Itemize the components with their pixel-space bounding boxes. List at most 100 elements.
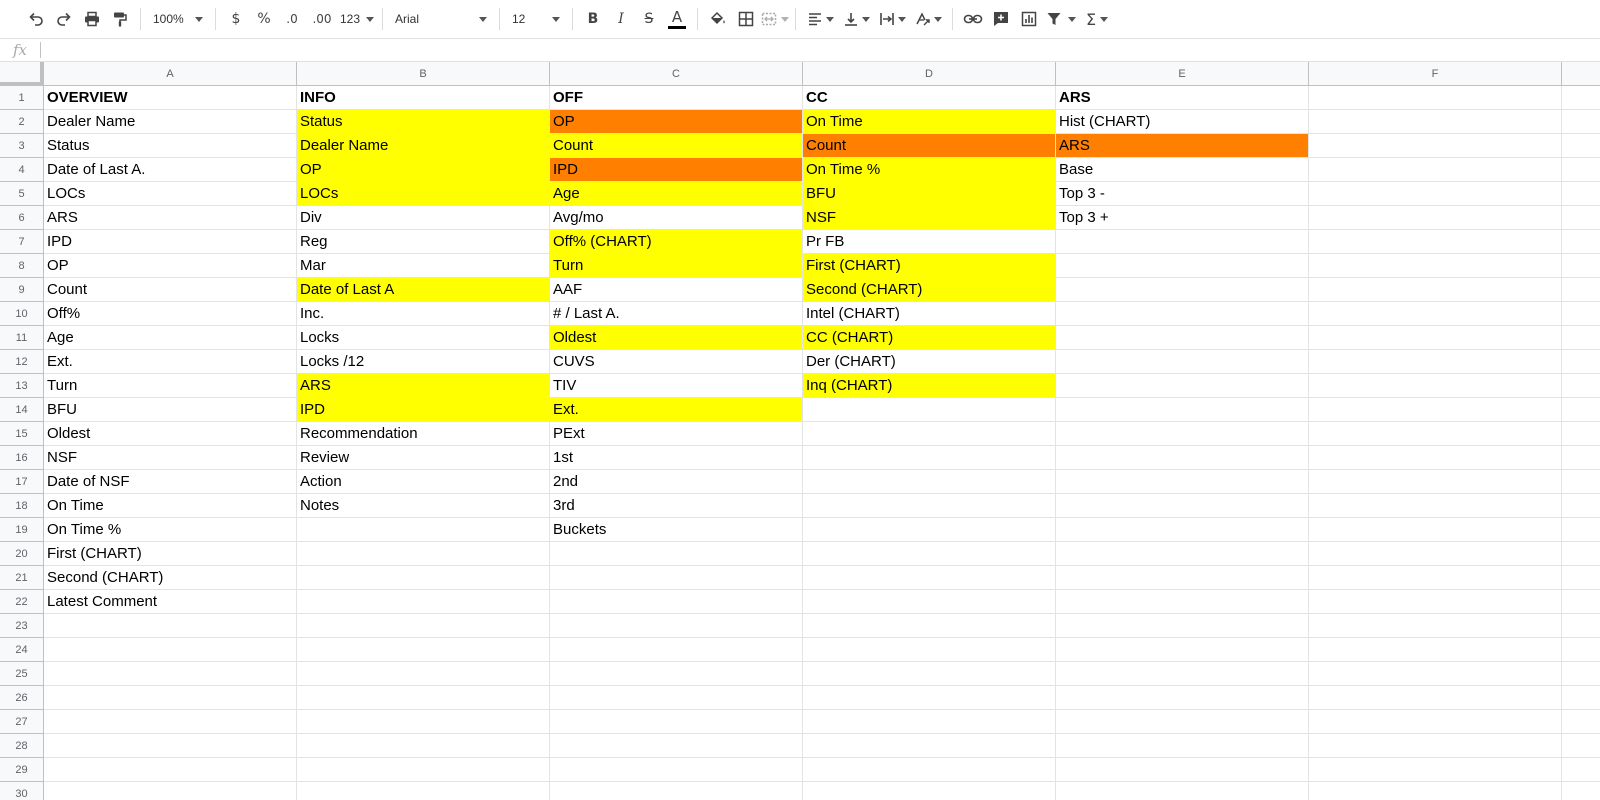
- cell-e7[interactable]: [1056, 230, 1309, 254]
- row-header-21[interactable]: 21: [0, 566, 44, 590]
- currency-format-button[interactable]: $: [222, 5, 250, 33]
- row-header-9[interactable]: 9: [0, 278, 44, 302]
- cell-f19[interactable]: [1309, 518, 1562, 542]
- cell-c27[interactable]: [550, 710, 803, 734]
- cell-c5[interactable]: Age: [550, 182, 803, 206]
- cell-b18[interactable]: Notes: [297, 494, 550, 518]
- cell-g19[interactable]: [1562, 518, 1600, 542]
- font-family-select[interactable]: Arial: [389, 5, 493, 33]
- column-header-d[interactable]: D: [803, 62, 1056, 86]
- fill-color-button[interactable]: [704, 5, 732, 33]
- cell-f23[interactable]: [1309, 614, 1562, 638]
- cell-e29[interactable]: [1056, 758, 1309, 782]
- cell-a22[interactable]: Latest Comment: [44, 590, 297, 614]
- cell-f1[interactable]: [1309, 86, 1562, 110]
- cell-d24[interactable]: [803, 638, 1056, 662]
- cell-f14[interactable]: [1309, 398, 1562, 422]
- cell-b5[interactable]: LOCs: [297, 182, 550, 206]
- cell-c4[interactable]: IPD: [550, 158, 803, 182]
- cell-e2[interactable]: Hist (CHART): [1056, 110, 1309, 134]
- column-header-e[interactable]: E: [1056, 62, 1309, 86]
- cell-d29[interactable]: [803, 758, 1056, 782]
- filter-button[interactable]: [1043, 5, 1079, 33]
- row-header-2[interactable]: 2: [0, 110, 44, 134]
- row-header-19[interactable]: 19: [0, 518, 44, 542]
- cell-e19[interactable]: [1056, 518, 1309, 542]
- cell-b25[interactable]: [297, 662, 550, 686]
- cell-f3[interactable]: [1309, 134, 1562, 158]
- cell-d3[interactable]: Count: [803, 134, 1056, 158]
- cell-e14[interactable]: [1056, 398, 1309, 422]
- cell-e30[interactable]: [1056, 782, 1309, 800]
- cell-f8[interactable]: [1309, 254, 1562, 278]
- cell-c19[interactable]: Buckets: [550, 518, 803, 542]
- cell-b11[interactable]: Locks: [297, 326, 550, 350]
- cell-f20[interactable]: [1309, 542, 1562, 566]
- cell-a26[interactable]: [44, 686, 297, 710]
- cell-c9[interactable]: AAF: [550, 278, 803, 302]
- decrease-decimals-button[interactable]: .0: [278, 5, 306, 33]
- cell-f26[interactable]: [1309, 686, 1562, 710]
- cell-f6[interactable]: [1309, 206, 1562, 230]
- cell-a11[interactable]: Age: [44, 326, 297, 350]
- cell-a6[interactable]: ARS: [44, 206, 297, 230]
- row-header-11[interactable]: 11: [0, 326, 44, 350]
- undo-button[interactable]: [22, 5, 50, 33]
- cell-d22[interactable]: [803, 590, 1056, 614]
- cell-d23[interactable]: [803, 614, 1056, 638]
- cell-a5[interactable]: LOCs: [44, 182, 297, 206]
- row-header-5[interactable]: 5: [0, 182, 44, 206]
- cell-a16[interactable]: NSF: [44, 446, 297, 470]
- cell-e5[interactable]: Top 3 -: [1056, 182, 1309, 206]
- strikethrough-button[interactable]: S: [635, 5, 663, 33]
- column-header-f[interactable]: F: [1309, 62, 1562, 86]
- cell-c30[interactable]: [550, 782, 803, 800]
- cell-e26[interactable]: [1056, 686, 1309, 710]
- cell-d15[interactable]: [803, 422, 1056, 446]
- cell-f22[interactable]: [1309, 590, 1562, 614]
- cell-g22[interactable]: [1562, 590, 1600, 614]
- cell-a18[interactable]: On Time: [44, 494, 297, 518]
- text-rotation-button[interactable]: [910, 5, 946, 33]
- cell-g13[interactable]: [1562, 374, 1600, 398]
- cell-f21[interactable]: [1309, 566, 1562, 590]
- cell-c3[interactable]: Count: [550, 134, 803, 158]
- cell-b12[interactable]: Locks /12: [297, 350, 550, 374]
- cell-a2[interactable]: Dealer Name: [44, 110, 297, 134]
- insert-link-button[interactable]: [959, 5, 987, 33]
- cell-b19[interactable]: [297, 518, 550, 542]
- cell-c17[interactable]: 2nd: [550, 470, 803, 494]
- cell-a23[interactable]: [44, 614, 297, 638]
- cell-g4[interactable]: [1562, 158, 1600, 182]
- cell-d10[interactable]: Intel (CHART): [803, 302, 1056, 326]
- cell-a7[interactable]: IPD: [44, 230, 297, 254]
- cell-b15[interactable]: Recommendation: [297, 422, 550, 446]
- cell-d17[interactable]: [803, 470, 1056, 494]
- cell-e6[interactable]: Top 3 +: [1056, 206, 1309, 230]
- cell-e1[interactable]: ARS: [1056, 86, 1309, 110]
- text-wrapping-button[interactable]: [874, 5, 910, 33]
- row-header-29[interactable]: 29: [0, 758, 44, 782]
- cell-c29[interactable]: [550, 758, 803, 782]
- cell-c21[interactable]: [550, 566, 803, 590]
- cell-b22[interactable]: [297, 590, 550, 614]
- cell-b4[interactable]: OP: [297, 158, 550, 182]
- cell-g8[interactable]: [1562, 254, 1600, 278]
- cell-a17[interactable]: Date of NSF: [44, 470, 297, 494]
- cell-c11[interactable]: Oldest: [550, 326, 803, 350]
- text-color-button[interactable]: A: [663, 5, 691, 33]
- print-button[interactable]: [78, 5, 106, 33]
- cell-f7[interactable]: [1309, 230, 1562, 254]
- cell-a28[interactable]: [44, 734, 297, 758]
- row-header-23[interactable]: 23: [0, 614, 44, 638]
- cell-b14[interactable]: IPD: [297, 398, 550, 422]
- cell-d2[interactable]: On Time: [803, 110, 1056, 134]
- cell-b20[interactable]: [297, 542, 550, 566]
- cell-b28[interactable]: [297, 734, 550, 758]
- vertical-align-button[interactable]: [838, 5, 874, 33]
- cell-e3[interactable]: ARS: [1056, 134, 1309, 158]
- cell-b26[interactable]: [297, 686, 550, 710]
- cell-f10[interactable]: [1309, 302, 1562, 326]
- cell-e25[interactable]: [1056, 662, 1309, 686]
- row-header-10[interactable]: 10: [0, 302, 44, 326]
